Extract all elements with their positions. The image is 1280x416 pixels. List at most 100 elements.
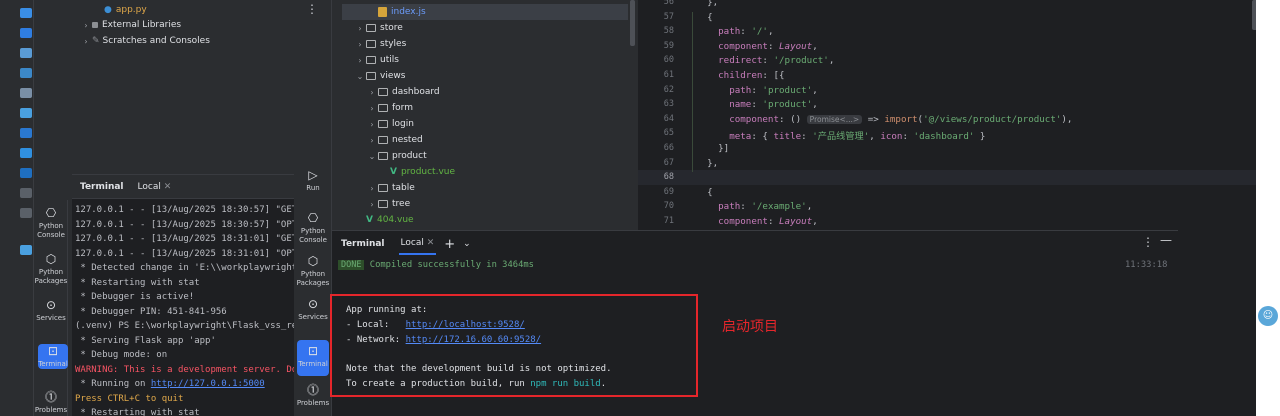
chevron-right-icon[interactable]: › xyxy=(354,24,366,33)
ide-window: ● app.py › External Libraries › ✎ Scratc… xyxy=(0,0,1280,416)
tab-local[interactable]: Local ✕ xyxy=(398,233,437,255)
desktop-app-icon[interactable] xyxy=(20,168,32,178)
python-file-icon: ● xyxy=(104,5,112,15)
tool-run[interactable]: ▷ Run xyxy=(296,168,330,193)
desktop-app-icon[interactable] xyxy=(20,128,32,138)
chevron-right-icon[interactable]: › xyxy=(366,184,378,193)
code-line[interactable]: component: Layout, xyxy=(696,216,818,227)
chevron-right-icon[interactable]: › xyxy=(80,37,92,46)
flask-url-link[interactable]: http://127.0.0.1:5000 xyxy=(151,379,265,389)
desktop-app-icon[interactable] xyxy=(20,208,32,218)
tree-item-product-vue[interactable]: Vproduct.vue xyxy=(378,164,455,180)
tree-item-scratches[interactable]: › ✎ Scratches and Consoles xyxy=(80,33,210,49)
tree-item-form[interactable]: › form xyxy=(366,100,413,116)
code-line[interactable]: path: '/example', xyxy=(696,201,812,212)
tree-scrollbar[interactable] xyxy=(630,0,635,46)
chevron-down-icon[interactable]: ⌄ xyxy=(354,72,366,81)
terminal-line: * Running on http://127.0.0.1:5000 xyxy=(75,379,265,389)
code-line[interactable]: meta: { title: '产品线管理', icon: 'dashboard… xyxy=(696,128,985,142)
close-icon[interactable]: ✕ xyxy=(427,238,435,248)
run-icon: ▷ xyxy=(308,168,318,182)
desktop-app-icon[interactable] xyxy=(20,68,32,78)
tree-item-app-file[interactable]: ● app.py xyxy=(104,2,147,18)
tree-item-table[interactable]: › table xyxy=(366,180,414,196)
tool-python-console[interactable]: ⎔ Python Console xyxy=(34,206,68,240)
tree-item-external-libraries[interactable]: › External Libraries xyxy=(80,17,181,33)
desktop-app-icon[interactable] xyxy=(20,108,32,118)
code-line[interactable]: path: 'product', xyxy=(696,85,818,96)
desktop-app-icon[interactable] xyxy=(20,88,32,98)
minimize-icon[interactable]: — xyxy=(1160,233,1172,247)
folder-icon xyxy=(378,88,388,96)
chevron-right-icon[interactable]: › xyxy=(366,104,378,113)
line-number: 57 xyxy=(663,11,674,22)
tree-item-login[interactable]: › login xyxy=(366,116,414,132)
folder-icon xyxy=(378,104,388,112)
code-line[interactable]: }] xyxy=(696,143,729,154)
left-terminal: Terminal Local ✕ 127.0.0.1 - - [13/Aug/2… xyxy=(72,174,294,416)
code-line[interactable]: path: '/', xyxy=(696,26,773,37)
code-line[interactable]: component: Layout, xyxy=(696,41,818,52)
line-gutter: 56 57 58 59 60 61 62 63 64 65 66 67 68 69 70 71 xyxy=(638,0,680,230)
desktop-app-icon[interactable] xyxy=(20,48,32,58)
chevron-right-icon[interactable]: › xyxy=(366,120,378,129)
services-icon: ⊙ xyxy=(45,298,57,312)
desktop-app-icon[interactable] xyxy=(20,148,32,158)
folder-icon xyxy=(366,24,376,32)
tool-python-packages[interactable]: ⬡ Python Packages xyxy=(296,254,330,288)
tab-local[interactable]: Local ✕ xyxy=(138,182,172,192)
chevron-right-icon[interactable]: › xyxy=(366,88,378,97)
folder-icon xyxy=(366,56,376,64)
desktop-app-icon[interactable] xyxy=(20,8,32,18)
more-icon[interactable]: ⋮ xyxy=(1142,235,1154,249)
left-tool-strip: ⎔ Python Console ⬡ Python Packages ⊙ Services… xyxy=(34,200,68,416)
desktop-app-icon[interactable] xyxy=(20,188,32,198)
vue-file-icon: V xyxy=(390,167,397,177)
add-tab-icon[interactable]: + xyxy=(444,237,455,252)
chevron-right-icon[interactable]: › xyxy=(366,200,378,209)
tree-item-nested[interactable]: › nested xyxy=(366,132,422,148)
tool-problems[interactable]: ⓵ Problems xyxy=(296,383,330,408)
tree-item-tree[interactable]: › tree xyxy=(366,196,410,212)
chevron-right-icon[interactable]: › xyxy=(354,56,366,65)
code-line[interactable]: children: [{ xyxy=(696,70,784,81)
chevron-right-icon[interactable]: › xyxy=(80,21,92,30)
terminal-icon: ⊡ xyxy=(307,344,319,358)
main-tool-strip: ⋮ ▷ Run ⎔ Python Console ⬡ Python Packages ⊙ Se… xyxy=(294,0,332,416)
code-line[interactable]: }, xyxy=(696,0,718,8)
tool-terminal[interactable]: ⊡ Terminal xyxy=(38,344,68,369)
tool-problems[interactable]: ⓵ Problems xyxy=(34,390,68,415)
close-icon[interactable]: ✕ xyxy=(164,182,172,192)
folder-icon xyxy=(366,72,376,80)
tree-item-dashboard[interactable]: › dashboard xyxy=(366,84,439,100)
chevron-right-icon[interactable]: › xyxy=(366,136,378,145)
chevron-down-icon[interactable]: ⌄ xyxy=(366,152,378,161)
code-line[interactable]: component: () Promise<...> => import('@/… xyxy=(696,114,1072,125)
code-line[interactable]: name: 'product', xyxy=(696,99,818,110)
tree-item-product[interactable]: ⌄ product xyxy=(366,148,427,164)
code-line[interactable]: { xyxy=(696,187,713,198)
desktop-app-icon[interactable] xyxy=(20,245,32,255)
code-line[interactable]: redirect: '/product', xyxy=(696,55,834,66)
tree-item-index-js[interactable]: index.js xyxy=(342,4,628,20)
tree-item-store[interactable]: › store xyxy=(354,20,402,36)
tree-item-utils[interactable]: › utils xyxy=(354,52,399,68)
assistant-float-icon[interactable]: ☺ xyxy=(1258,306,1278,326)
tree-item-404-vue[interactable]: V 404.vue xyxy=(354,212,414,228)
vue-file-icon: V xyxy=(366,215,373,225)
chevron-down-icon[interactable]: ⌄ xyxy=(463,239,471,249)
tool-services[interactable]: ⊙ Services xyxy=(34,298,68,323)
tree-item-styles[interactable]: › styles xyxy=(354,36,406,52)
code-line[interactable]: { xyxy=(696,12,713,23)
tree-item-views[interactable]: ⌄ views xyxy=(354,68,406,84)
tool-terminal[interactable]: ⊡ Terminal xyxy=(297,340,329,376)
tool-python-packages[interactable]: ⬡ Python Packages xyxy=(34,252,68,286)
tool-services[interactable]: ⊙ Services xyxy=(296,297,330,322)
more-icon[interactable]: ⋮ xyxy=(306,2,318,16)
terminal-line: * Debugger is active! xyxy=(75,292,195,302)
problems-icon: ⓵ xyxy=(306,383,319,397)
chevron-right-icon[interactable]: › xyxy=(354,40,366,49)
tool-python-console[interactable]: ⎔ Python Console xyxy=(296,211,330,245)
code-line[interactable]: }, xyxy=(696,158,718,169)
desktop-app-icon[interactable] xyxy=(20,28,32,38)
